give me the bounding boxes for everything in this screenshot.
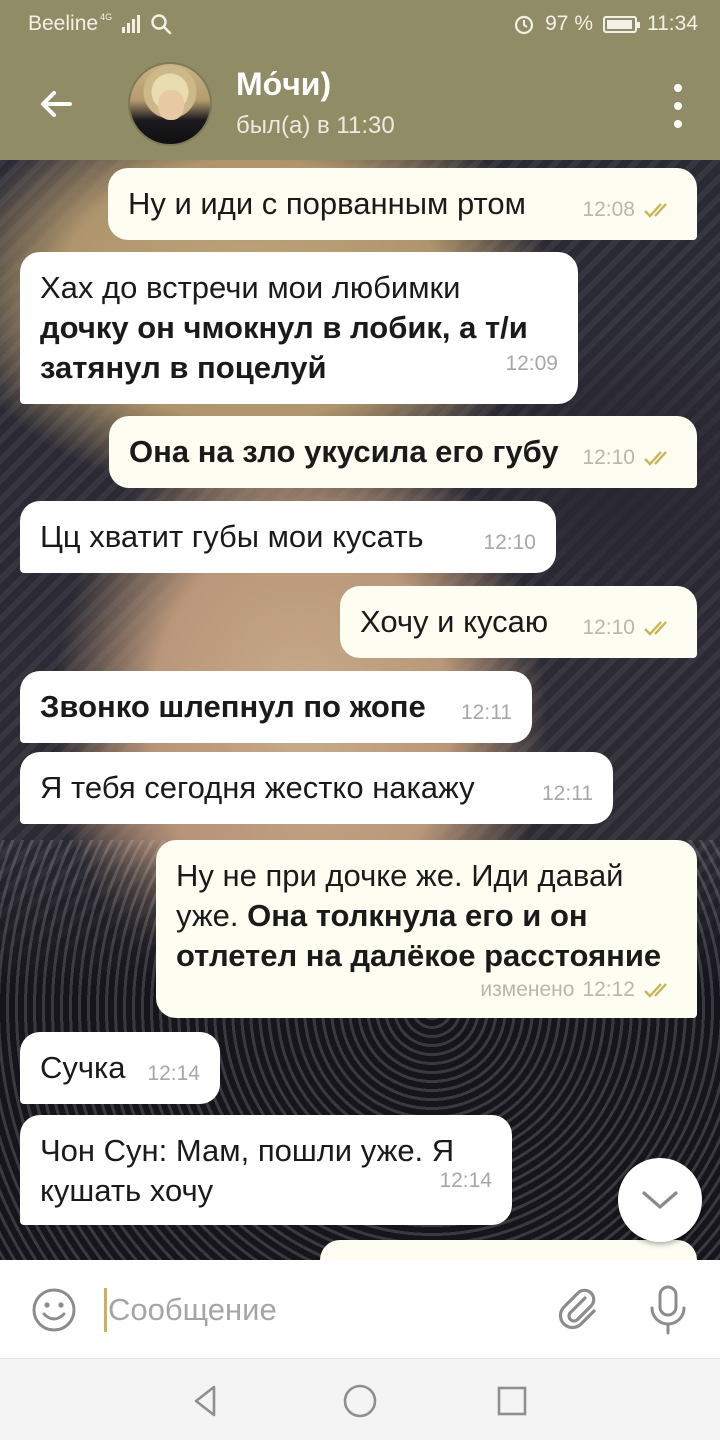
message-incoming[interactable]: Хах до встречи мои любимки дочку он чмок… [20, 252, 578, 404]
message-input[interactable] [108, 1284, 528, 1336]
double-check-icon [644, 203, 667, 218]
message-time: 12:10 [483, 531, 536, 554]
attach-icon[interactable] [552, 1284, 602, 1334]
status-right: 97 % 11:34 [513, 12, 698, 36]
text-cursor [104, 1288, 107, 1332]
search-icon [151, 14, 172, 35]
message-action-text: Она толкнула его и он отлетел на далёкое… [176, 898, 662, 973]
message-incoming[interactable]: Я тебя сегодня жестко накажу 12:11 [20, 752, 613, 824]
battery-percent: 97 % [545, 12, 593, 35]
avatar[interactable] [128, 62, 212, 146]
system-nav-bar [0, 1358, 720, 1440]
message-outgoing[interactable]: Хочу и кусаю 12:10 [340, 586, 697, 658]
message-outgoing-partial[interactable] [320, 1240, 697, 1260]
more-vert-icon[interactable] [672, 84, 684, 128]
message-time: 12:14 [439, 1169, 492, 1192]
message-composer [0, 1260, 720, 1358]
signal-icon [122, 15, 141, 33]
chat-title[interactable]: Мо́чи) [236, 66, 331, 103]
message-action-text: дочку он чмокнул в лобик, а т/и затянул … [40, 310, 528, 385]
message-action-text: Звонко шлепнул по жопе [40, 689, 426, 724]
carrier-label: Beeline [28, 12, 99, 35]
network-type-label: 4G [100, 12, 113, 22]
message-meta: 12:14 [439, 1169, 492, 1193]
message-meta: 12:09 [505, 352, 558, 376]
message-text: Ну и иди с порванным ртом [128, 186, 526, 221]
message-incoming[interactable]: Чон Сун: Мам, пошли уже. Я кушать хочу 1… [20, 1115, 512, 1225]
edited-label: изменено [480, 978, 575, 1001]
alarm-icon [515, 15, 534, 35]
home-circle-icon[interactable] [340, 1381, 380, 1421]
message-outgoing[interactable]: Ну и иди с порванным ртом 12:08 [108, 168, 697, 240]
message-time: 12:08 [582, 198, 635, 221]
message-meta: 12:08 [582, 198, 677, 222]
message-text: Хочу и кусаю [360, 604, 549, 639]
last-seen-status: был(а) в 11:30 [236, 112, 395, 139]
chevron-down-icon [642, 1191, 678, 1209]
double-check-icon [644, 621, 667, 636]
message-incoming[interactable]: Сучка 12:14 [20, 1032, 220, 1104]
double-check-icon [644, 983, 667, 998]
battery-icon [603, 15, 640, 33]
back-arrow-icon[interactable] [34, 82, 78, 126]
message-time: 12:10 [582, 446, 635, 469]
message-meta: 12:11 [542, 782, 593, 806]
mic-icon[interactable] [646, 1284, 690, 1336]
message-time: 12:11 [542, 782, 593, 805]
message-outgoing[interactable]: Она на зло укусила его губу 12:10 [109, 416, 697, 488]
message-incoming[interactable]: Звонко шлепнул по жопе 12:11 [20, 671, 532, 743]
back-triangle-icon[interactable] [186, 1381, 226, 1421]
status-left: Beeline 4G [28, 12, 172, 36]
message-outgoing[interactable]: Ну не при дочке же. Иди давай уже. Она т… [156, 840, 697, 1018]
recents-square-icon[interactable] [492, 1381, 532, 1421]
message-time: 12:10 [582, 616, 635, 639]
message-meta: 12:10 [483, 531, 536, 555]
double-check-icon [644, 451, 667, 466]
message-meta: 12:10 [582, 616, 677, 640]
message-text: Хах до встречи мои любимки [40, 270, 461, 305]
message-meta: изменено 12:12 [480, 978, 677, 1002]
scroll-down-button[interactable] [618, 1158, 702, 1242]
chat-area[interactable]: Ну и иди с порванным ртом 12:08 Хах до в… [0, 160, 720, 1260]
emoji-icon[interactable] [30, 1286, 78, 1334]
message-text: Сучка [40, 1050, 126, 1085]
message-action-text: Она на зло укусила его губу [129, 434, 559, 469]
message-text: Чон Сун: Мам, пошли уже. Я кушать хочу [40, 1133, 455, 1208]
message-meta: 12:11 [461, 701, 512, 725]
status-bar: Beeline 4G 97 % 11:34 [0, 0, 720, 48]
message-text: Цц хватит губы мои кусать [40, 519, 424, 554]
message-meta: 12:14 [147, 1062, 200, 1086]
message-text: Я тебя сегодня жестко накажу [40, 770, 475, 805]
message-meta: 12:10 [582, 446, 677, 470]
message-time: 12:12 [582, 978, 635, 1001]
message-time: 12:11 [461, 701, 512, 724]
chat-header: Мо́чи) был(а) в 11:30 [0, 48, 720, 160]
message-incoming[interactable]: Цц хватит губы мои кусать 12:10 [20, 501, 556, 573]
clock: 11:34 [647, 12, 698, 35]
message-time: 12:14 [147, 1062, 200, 1085]
message-time: 12:09 [505, 352, 558, 375]
